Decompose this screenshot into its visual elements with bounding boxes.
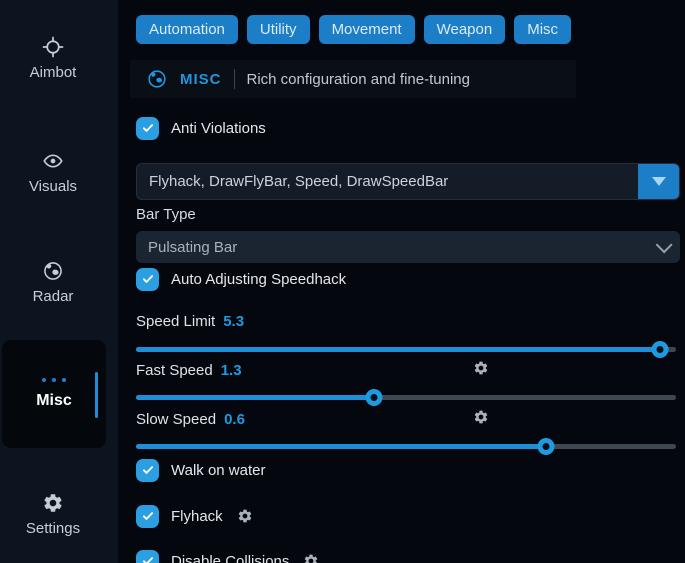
bar-type-select[interactable]: Pulsating Bar	[136, 231, 680, 263]
checkbox-row-walk-on-water[interactable]: Walk on water	[136, 458, 265, 482]
sidebar-item-aimbot[interactable]: Aimbot	[0, 36, 106, 81]
slider-name: Slow Speed	[136, 411, 216, 428]
eye-icon	[42, 150, 64, 172]
checkbox-label: Flyhack	[171, 508, 223, 525]
check-icon	[141, 121, 155, 135]
check-icon	[141, 554, 155, 563]
dots-icon	[42, 378, 66, 382]
sidebar-item-label: Visuals	[29, 178, 77, 195]
sidebar-item-label: Aimbot	[30, 64, 77, 81]
checkbox-label: Anti Violations	[171, 120, 266, 137]
checkbox-checked[interactable]	[136, 117, 159, 140]
active-indicator	[95, 372, 98, 418]
checkbox-row-anti-violations[interactable]: Anti Violations	[136, 116, 266, 140]
gear-icon	[42, 492, 64, 514]
slider-fill	[136, 347, 660, 352]
slider-fill	[136, 444, 546, 449]
section-subtitle: Rich configuration and fine-tuning	[247, 71, 470, 88]
checkbox-checked[interactable]	[136, 268, 159, 291]
checkbox-checked[interactable]	[136, 550, 159, 563]
cheat-menu-window: Aimbot Visuals Radar Misc Settings	[0, 0, 685, 563]
dropdown-arrow-icon	[652, 177, 666, 186]
tab-movement[interactable]: Movement	[319, 15, 415, 44]
gear-icon[interactable]	[303, 553, 319, 563]
globe-icon	[42, 260, 64, 282]
slider-slow-speed[interactable]	[136, 437, 676, 455]
tab-utility[interactable]: Utility	[247, 15, 310, 44]
section-header: MISC Rich configuration and fine-tuning	[130, 60, 576, 98]
select-value: Pulsating Bar	[148, 239, 237, 256]
chevron-down-icon	[656, 236, 673, 253]
bar-multiselect[interactable]: Flyhack, DrawFlyBar, Speed, DrawSpeedBar	[136, 163, 680, 200]
dropdown-open-button[interactable]	[638, 164, 679, 199]
bar-type-label: Bar Type	[136, 206, 196, 223]
checkbox-row-flyhack[interactable]: Flyhack	[136, 504, 253, 528]
crosshair-icon	[42, 36, 64, 58]
slider-value: 1.3	[221, 362, 242, 379]
sidebar-item-label: Misc	[36, 392, 72, 410]
slider-name: Speed Limit	[136, 313, 215, 330]
gear-icon[interactable]	[473, 360, 489, 380]
globe-icon	[146, 68, 168, 90]
sidebar-item-visuals[interactable]: Visuals	[0, 150, 106, 195]
slider-label-fast-speed: Fast Speed 1.3	[136, 360, 676, 380]
slider-thumb[interactable]	[538, 438, 555, 455]
slider-name: Fast Speed	[136, 362, 213, 379]
slider-label-slow-speed: Slow Speed 0.6	[136, 409, 676, 429]
slider-value: 0.6	[224, 411, 245, 428]
gear-icon[interactable]	[237, 508, 253, 524]
slider-thumb[interactable]	[365, 389, 382, 406]
content-panel: Automation Utility Movement Weapon Misc …	[130, 0, 685, 563]
slider-thumb[interactable]	[651, 341, 668, 358]
checkbox-row-auto-adjusting[interactable]: Auto Adjusting Speedhack	[136, 267, 346, 291]
section-title: MISC	[180, 71, 222, 88]
slider-speed-limit[interactable]	[136, 340, 676, 358]
tab-weapon[interactable]: Weapon	[424, 15, 506, 44]
multiselect-value: Flyhack, DrawFlyBar, Speed, DrawSpeedBar	[137, 173, 638, 190]
checkbox-label: Auto Adjusting Speedhack	[171, 271, 346, 288]
check-icon	[141, 272, 155, 286]
slider-value: 5.3	[223, 313, 244, 330]
sidebar-item-radar[interactable]: Radar	[0, 260, 106, 305]
checkbox-label: Disable Collisions	[171, 553, 289, 563]
sidebar-item-misc[interactable]: Misc	[2, 340, 106, 448]
check-icon	[141, 463, 155, 477]
divider	[234, 69, 235, 89]
sidebar: Aimbot Visuals Radar Misc Settings	[0, 0, 118, 563]
slider-fill	[136, 395, 374, 400]
sidebar-item-settings[interactable]: Settings	[0, 492, 106, 537]
checkbox-checked[interactable]	[136, 459, 159, 482]
sidebar-item-label: Radar	[33, 288, 74, 305]
sidebar-item-label: Settings	[26, 520, 80, 537]
check-icon	[141, 509, 155, 523]
checkbox-label: Walk on water	[171, 462, 265, 479]
checkbox-row-disable-collisions[interactable]: Disable Collisions	[136, 549, 319, 563]
gear-icon[interactable]	[473, 409, 489, 429]
slider-fast-speed[interactable]	[136, 388, 676, 406]
slider-label-speed-limit: Speed Limit 5.3	[136, 311, 676, 331]
tab-bar: Automation Utility Movement Weapon Misc	[136, 15, 571, 44]
checkbox-checked[interactable]	[136, 505, 159, 528]
tab-misc[interactable]: Misc	[514, 15, 571, 44]
tab-automation[interactable]: Automation	[136, 15, 238, 44]
